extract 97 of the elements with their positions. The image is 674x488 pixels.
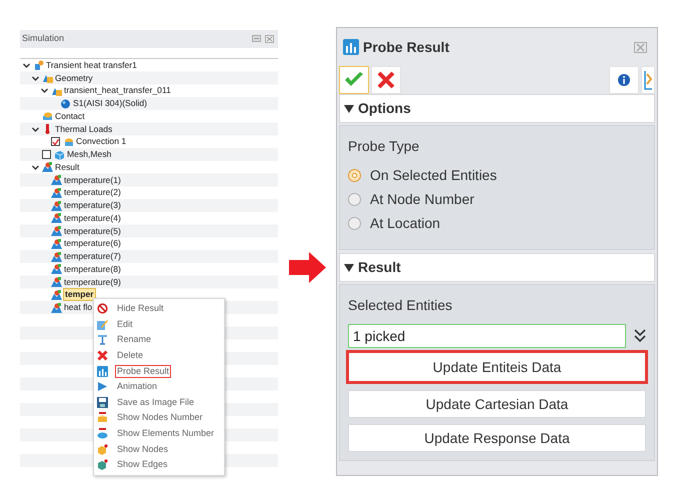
menu-item[interactable]: Save as Image File <box>115 396 196 409</box>
result-icon <box>51 290 62 300</box>
info-icon <box>618 74 630 86</box>
convection-icon <box>63 136 74 147</box>
menu-item[interactable]: Edit <box>115 318 135 331</box>
menu-item[interactable]: Show Elements Number <box>115 427 216 440</box>
tree-item[interactable]: temperature(3) <box>63 200 122 212</box>
result-icon <box>51 277 62 288</box>
rename-icon <box>97 334 108 346</box>
menu-item[interactable]: Show Nodes Number <box>115 411 205 424</box>
tree-item[interactable]: Convection 1 <box>75 136 128 148</box>
tree-item[interactable]: Thermal Loads <box>54 124 114 135</box>
double-chevron-icon[interactable] <box>634 329 646 343</box>
contact-icon <box>42 111 53 122</box>
prohibited-icon <box>97 303 108 314</box>
update-button[interactable]: Update Response Data <box>348 424 646 452</box>
update-button[interactable]: Update Cartesian Data <box>348 390 646 418</box>
section-header[interactable]: Result <box>339 253 655 282</box>
radio-label[interactable]: At Node Number <box>370 188 474 210</box>
radio-button[interactable] <box>348 168 361 182</box>
cancel-button[interactable] <box>371 66 401 94</box>
chevron-icon <box>644 70 652 90</box>
tree-item[interactable]: temperature(1) <box>63 174 122 186</box>
tree-item[interactable]: S1(AISI 304)(Solid) <box>72 98 148 110</box>
tree-item[interactable]: heat flo <box>63 302 94 314</box>
menu-item[interactable]: Show Nodes <box>115 442 170 456</box>
pencil-icon <box>97 318 108 330</box>
result-icon <box>51 238 62 249</box>
panel-title: Simulation <box>22 32 64 46</box>
result-icon <box>51 200 62 211</box>
field-label: Selected Entities <box>348 296 454 315</box>
play-icon <box>97 381 108 392</box>
nodes-icon <box>97 444 108 455</box>
tree-item[interactable]: Contact <box>54 110 86 122</box>
tree-item[interactable]: Mesh,Mesh <box>66 149 112 160</box>
result-icon <box>51 213 62 224</box>
expand-button[interactable] <box>641 66 655 94</box>
result-icon <box>42 162 53 172</box>
result-icon <box>51 175 62 186</box>
floppy-icon <box>97 396 108 408</box>
shapes-icon <box>51 86 62 96</box>
shapes-icon <box>42 73 53 84</box>
section-header[interactable]: Options <box>339 94 655 123</box>
tree-item[interactable]: temperature(6) <box>63 238 122 250</box>
radio-button[interactable] <box>348 216 361 230</box>
chart-icon <box>97 366 108 377</box>
info-button[interactable] <box>609 66 639 94</box>
chevron-down-icon[interactable] <box>31 124 40 134</box>
tree-item[interactable]: temperature(2) <box>63 187 122 198</box>
chart-icon <box>343 39 359 55</box>
chevron-down-icon[interactable] <box>31 162 40 172</box>
checkbox[interactable] <box>51 137 60 146</box>
result-icon <box>51 226 62 236</box>
menu-item[interactable]: Probe Result <box>115 364 172 378</box>
tree-item[interactable]: temperature(4) <box>63 212 122 224</box>
result-icon <box>51 302 62 313</box>
nodes-number-icon <box>97 412 108 424</box>
menu-item[interactable]: Hide Result <box>115 302 166 316</box>
tree-item[interactable]: Result <box>54 162 80 173</box>
tree-item[interactable]: temperature(8) <box>63 264 122 275</box>
checkbox[interactable] <box>42 150 51 160</box>
input-field[interactable]: 1 picked <box>348 324 626 348</box>
tree-item[interactable]: Transient heat transfer1 <box>45 60 138 71</box>
ok-button[interactable] <box>339 66 369 94</box>
check-icon <box>52 138 59 146</box>
menu-item[interactable]: Rename <box>115 333 154 346</box>
triangle-down-icon <box>344 104 354 113</box>
chevron-down-icon[interactable] <box>40 86 49 96</box>
result-icon <box>51 264 62 274</box>
result-icon <box>51 252 62 262</box>
tree-item[interactable]: Geometry <box>54 72 94 84</box>
result-icon <box>51 188 62 198</box>
check-icon <box>344 72 364 88</box>
radio-label[interactable]: At Location <box>370 212 440 234</box>
edges-icon <box>97 459 108 470</box>
chevron-down-icon[interactable] <box>22 60 31 70</box>
menu-item[interactable]: Delete <box>115 349 146 362</box>
tree-item[interactable]: temperature(9) <box>63 276 122 288</box>
tree-item[interactable]: temperature(5) <box>63 226 122 237</box>
menu-item[interactable]: Animation <box>115 380 160 394</box>
cross-icon <box>97 350 108 362</box>
tree-item[interactable]: temperature(7) <box>63 251 122 262</box>
radio-button[interactable] <box>348 192 361 206</box>
menu-item[interactable]: Show Edges <box>115 458 170 472</box>
dialog-title: Probe Result <box>363 38 450 56</box>
arrow-icon <box>288 252 326 283</box>
chevron-down-icon[interactable] <box>31 74 40 83</box>
tree-item[interactable]: transient_heat_transfer_011 <box>63 85 172 96</box>
radio-label[interactable]: On Selected Entities <box>370 164 497 186</box>
update-button[interactable]: Update Entiteis Data <box>346 350 648 384</box>
cube-icon <box>54 150 65 160</box>
cross-icon <box>377 71 395 89</box>
tree-item[interactable]: temper <box>63 288 96 302</box>
field-label: Probe Type <box>348 137 420 156</box>
triangle-down-icon <box>344 263 354 272</box>
elements-number-icon <box>97 428 108 440</box>
sphere-icon <box>60 98 71 109</box>
